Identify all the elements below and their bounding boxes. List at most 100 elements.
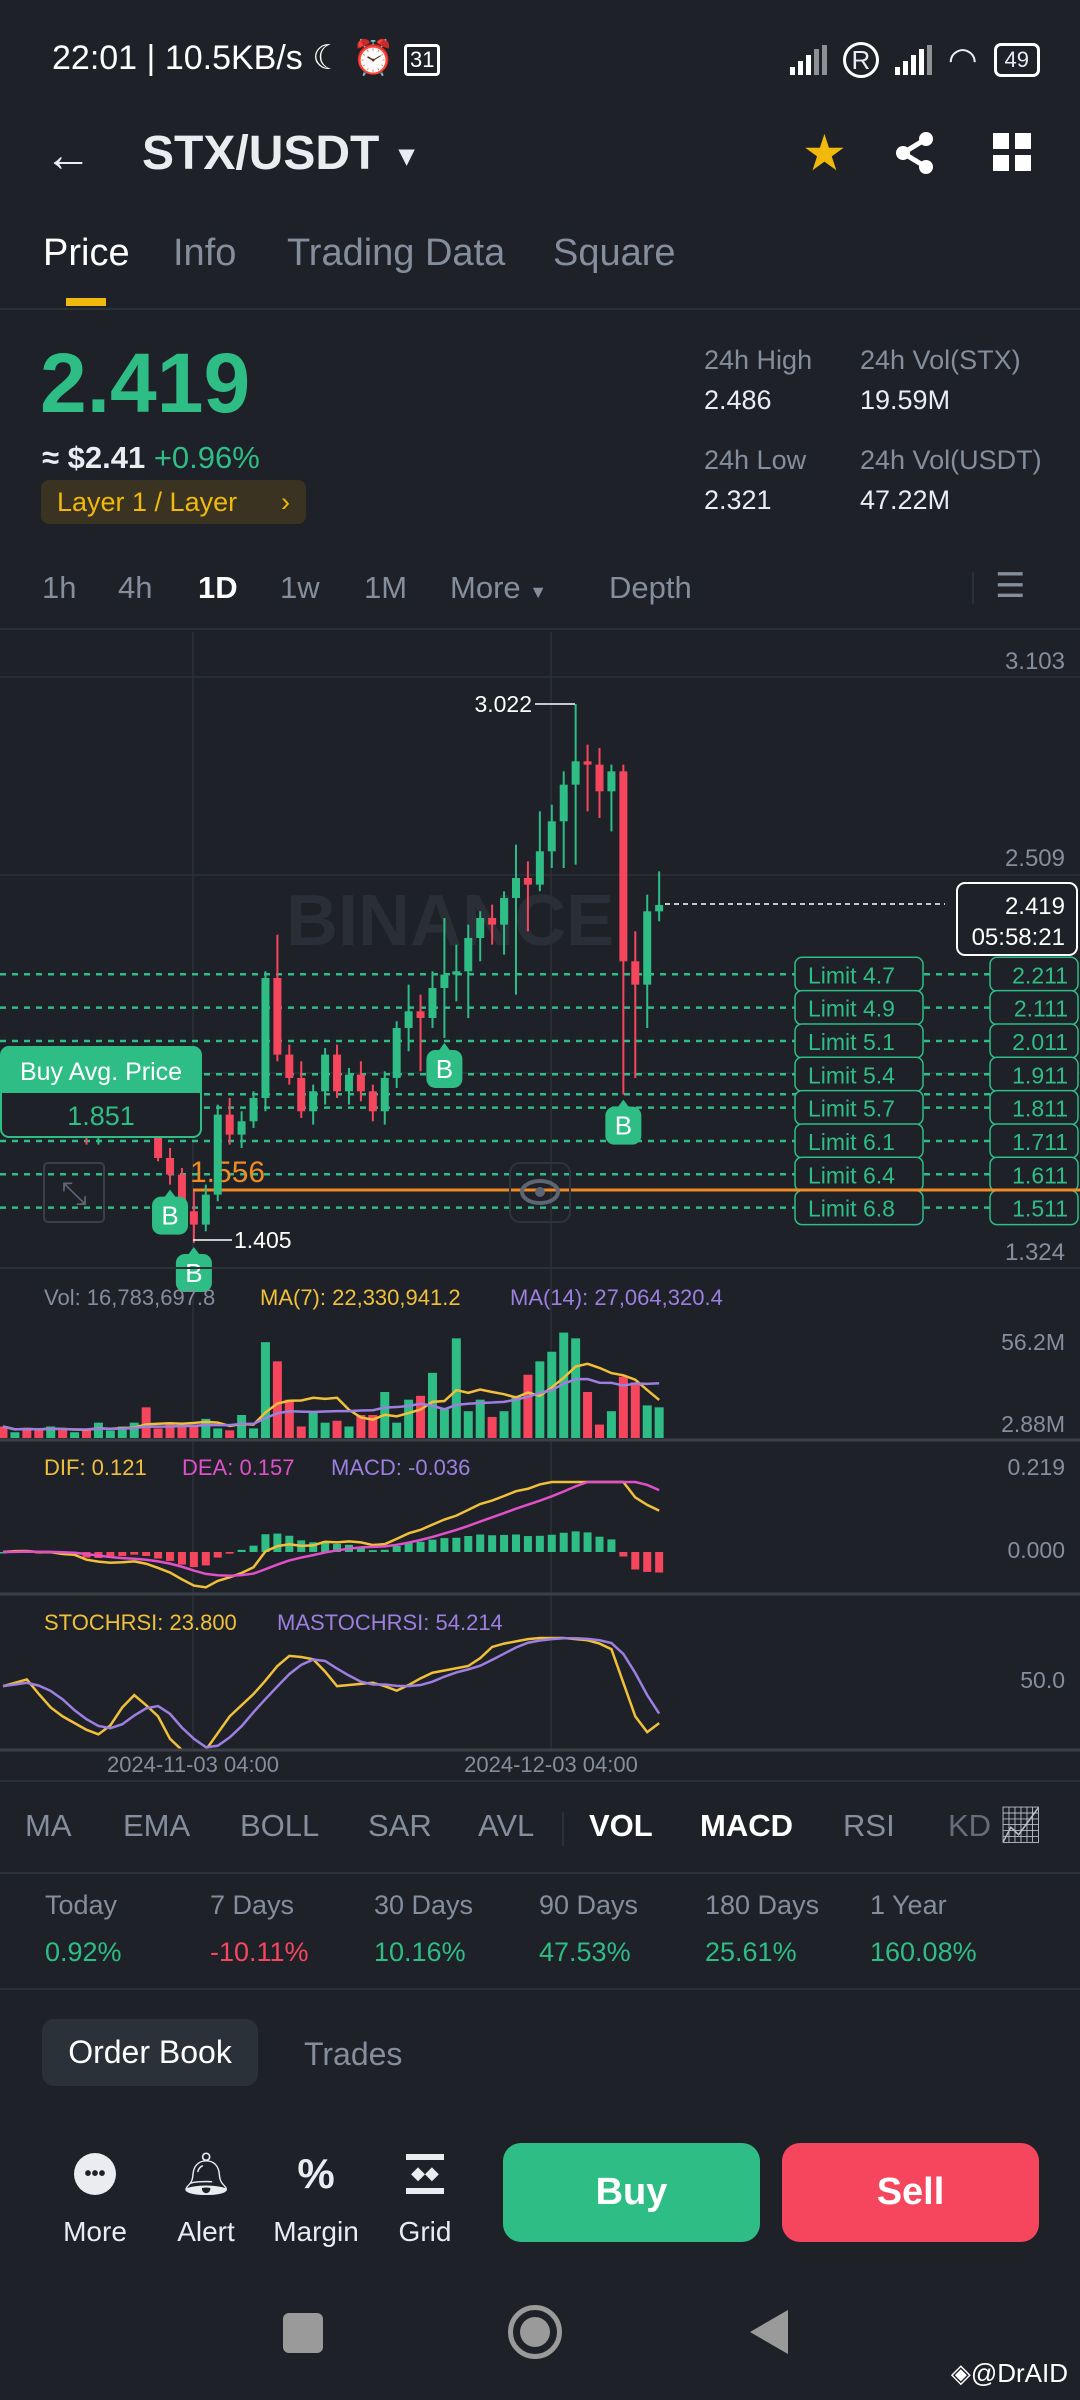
- buy-marker-label: B: [185, 1258, 202, 1288]
- grid-action[interactable]: ◆◆ Grid: [380, 2150, 470, 2248]
- fullscreen-button[interactable]: ⤡: [43, 1162, 105, 1223]
- more-action[interactable]: ••• More: [50, 2150, 140, 2248]
- candle-body: [309, 1091, 318, 1112]
- macd-histogram-bar: [189, 1552, 198, 1568]
- alert-action[interactable]: 🔔︎ Alert: [161, 2150, 251, 2248]
- eye-pupil: [535, 1187, 545, 1197]
- volume-bar: [260, 1342, 270, 1438]
- candle-body: [249, 1097, 258, 1122]
- clock: 22:01: [52, 39, 138, 77]
- indicator-rsi[interactable]: RSI: [843, 1808, 895, 1844]
- limit-price-label: 1.711: [1012, 1129, 1068, 1155]
- sell-button[interactable]: Sell: [782, 2143, 1039, 2242]
- indicator-macd[interactable]: MACD: [700, 1808, 793, 1844]
- volume-bar: [606, 1411, 616, 1438]
- macd-histogram-bar: [416, 1541, 425, 1552]
- volume-bar: [177, 1426, 187, 1438]
- volume-bar: [535, 1361, 545, 1438]
- expand-icon: ⤡: [61, 1175, 87, 1211]
- volume-bar: [141, 1407, 151, 1438]
- tab-price[interactable]: Price: [43, 232, 130, 275]
- candle-body: [488, 917, 497, 925]
- volume-bar: [320, 1422, 330, 1438]
- limit-price-label: 1.911: [1012, 1062, 1068, 1088]
- margin-action[interactable]: % Margin: [271, 2150, 361, 2248]
- candle-body: [476, 917, 485, 938]
- volume-bar: [58, 1430, 68, 1438]
- volume-bar: [237, 1415, 247, 1438]
- divider: [0, 308, 1080, 310]
- home-button[interactable]: [508, 2305, 562, 2359]
- share-icon[interactable]: [892, 130, 938, 176]
- pair-selector[interactable]: STX/USDT ▼: [142, 126, 420, 181]
- more-label: More: [450, 570, 521, 605]
- limit-price-label: 2.211: [1012, 962, 1068, 988]
- volume-bar: [296, 1426, 306, 1438]
- limit-order-label: Limit 6.8: [808, 1196, 895, 1222]
- macd-histogram-bar: [571, 1531, 580, 1552]
- dea-label: DEA: 0.157: [182, 1455, 295, 1480]
- grid-layout-icon[interactable]: [993, 133, 1031, 171]
- indicator-sar[interactable]: SAR: [368, 1808, 432, 1844]
- stochrsi-series: [2, 1636, 661, 1752]
- buy-button[interactable]: Buy: [503, 2143, 760, 2242]
- back-button[interactable]: ←: [44, 128, 92, 183]
- sector-tag-label: Layer 1 / Layer: [57, 486, 238, 517]
- limit-price-label: 1.511: [1012, 1196, 1068, 1222]
- more-icon: •••: [74, 2153, 116, 2195]
- macd-histogram-bar: [154, 1552, 163, 1559]
- tab-order-book[interactable]: Order Book: [42, 2019, 258, 2086]
- volume-bar: [129, 1422, 139, 1438]
- volume-bar: [451, 1338, 461, 1438]
- network-speed: 10.5KB/s: [164, 39, 303, 77]
- macd-histogram-bar: [643, 1552, 652, 1572]
- tab-info[interactable]: Info: [173, 232, 236, 275]
- low-callout: 1.405: [234, 1227, 292, 1253]
- depth-tab[interactable]: Depth: [609, 570, 692, 606]
- recents-button[interactable]: [283, 2313, 323, 2353]
- volume-bar: [475, 1399, 485, 1438]
- timeframe-more[interactable]: More ▼: [450, 570, 547, 606]
- macd-histogram-bar: [559, 1532, 568, 1552]
- tab-trades[interactable]: Trades: [304, 2036, 402, 2073]
- tab-trading-data[interactable]: Trading Data: [287, 232, 505, 275]
- volume-bar: [487, 1416, 497, 1438]
- alert-label: Alert: [177, 2216, 235, 2247]
- price-chart[interactable]: BINANCE 3.103 2.509 1.324 Limit 4.7 2.211…: [0, 630, 1080, 1780]
- indicator-boll[interactable]: BOLL: [240, 1808, 319, 1844]
- performance-label: 90 Days: [539, 1890, 639, 1920]
- visibility-button[interactable]: [509, 1162, 571, 1223]
- macd-histogram-bar: [476, 1534, 485, 1552]
- timeframe-1d[interactable]: 1D: [198, 570, 238, 606]
- candle-body: [559, 784, 568, 822]
- timeframe-1w[interactable]: 1w: [280, 570, 320, 606]
- volume-bar: [392, 1422, 402, 1438]
- timeframe-1h[interactable]: 1h: [42, 570, 76, 606]
- back-nav-button[interactable]: [750, 2310, 788, 2354]
- indicator-ema[interactable]: EMA: [123, 1808, 190, 1844]
- tab-square[interactable]: Square: [553, 232, 676, 275]
- battery-icon: 49: [993, 43, 1040, 77]
- performance-label: 180 Days: [705, 1890, 820, 1920]
- status-bar: 22:01 | 10.5KB/s ☾ ⏰ 31: [52, 38, 441, 78]
- candle-body: [201, 1194, 210, 1225]
- macd-histogram-bar: [464, 1536, 473, 1552]
- indicator-kd[interactable]: KD: [948, 1808, 991, 1844]
- sector-tag[interactable]: Layer 1 / Layer ›: [41, 480, 306, 524]
- indicator-ma[interactable]: MA: [25, 1808, 72, 1844]
- macd-histogram-bar: [488, 1535, 497, 1552]
- candle-body: [631, 961, 640, 985]
- indicator-settings-icon[interactable]: 📈︎: [994, 1804, 1044, 1846]
- status-icons: R ◠ 49: [789, 40, 1040, 80]
- buy-avg-price-box[interactable]: Buy Avg. Price 1.851: [0, 1046, 202, 1138]
- candle-body: [416, 1011, 425, 1018]
- macd-histogram-bar: [511, 1534, 520, 1552]
- indicator-avl[interactable]: AVL: [478, 1808, 534, 1844]
- timeframe-1m[interactable]: 1M: [364, 570, 407, 606]
- buy-marker-pointer: [438, 1042, 451, 1051]
- favorite-star-icon[interactable]: ★: [802, 124, 847, 182]
- indicator-vol[interactable]: VOL: [589, 1808, 653, 1844]
- candle-body: [500, 897, 509, 925]
- chart-settings-icon[interactable]: ☰: [995, 566, 1025, 606]
- timeframe-4h[interactable]: 4h: [118, 570, 152, 606]
